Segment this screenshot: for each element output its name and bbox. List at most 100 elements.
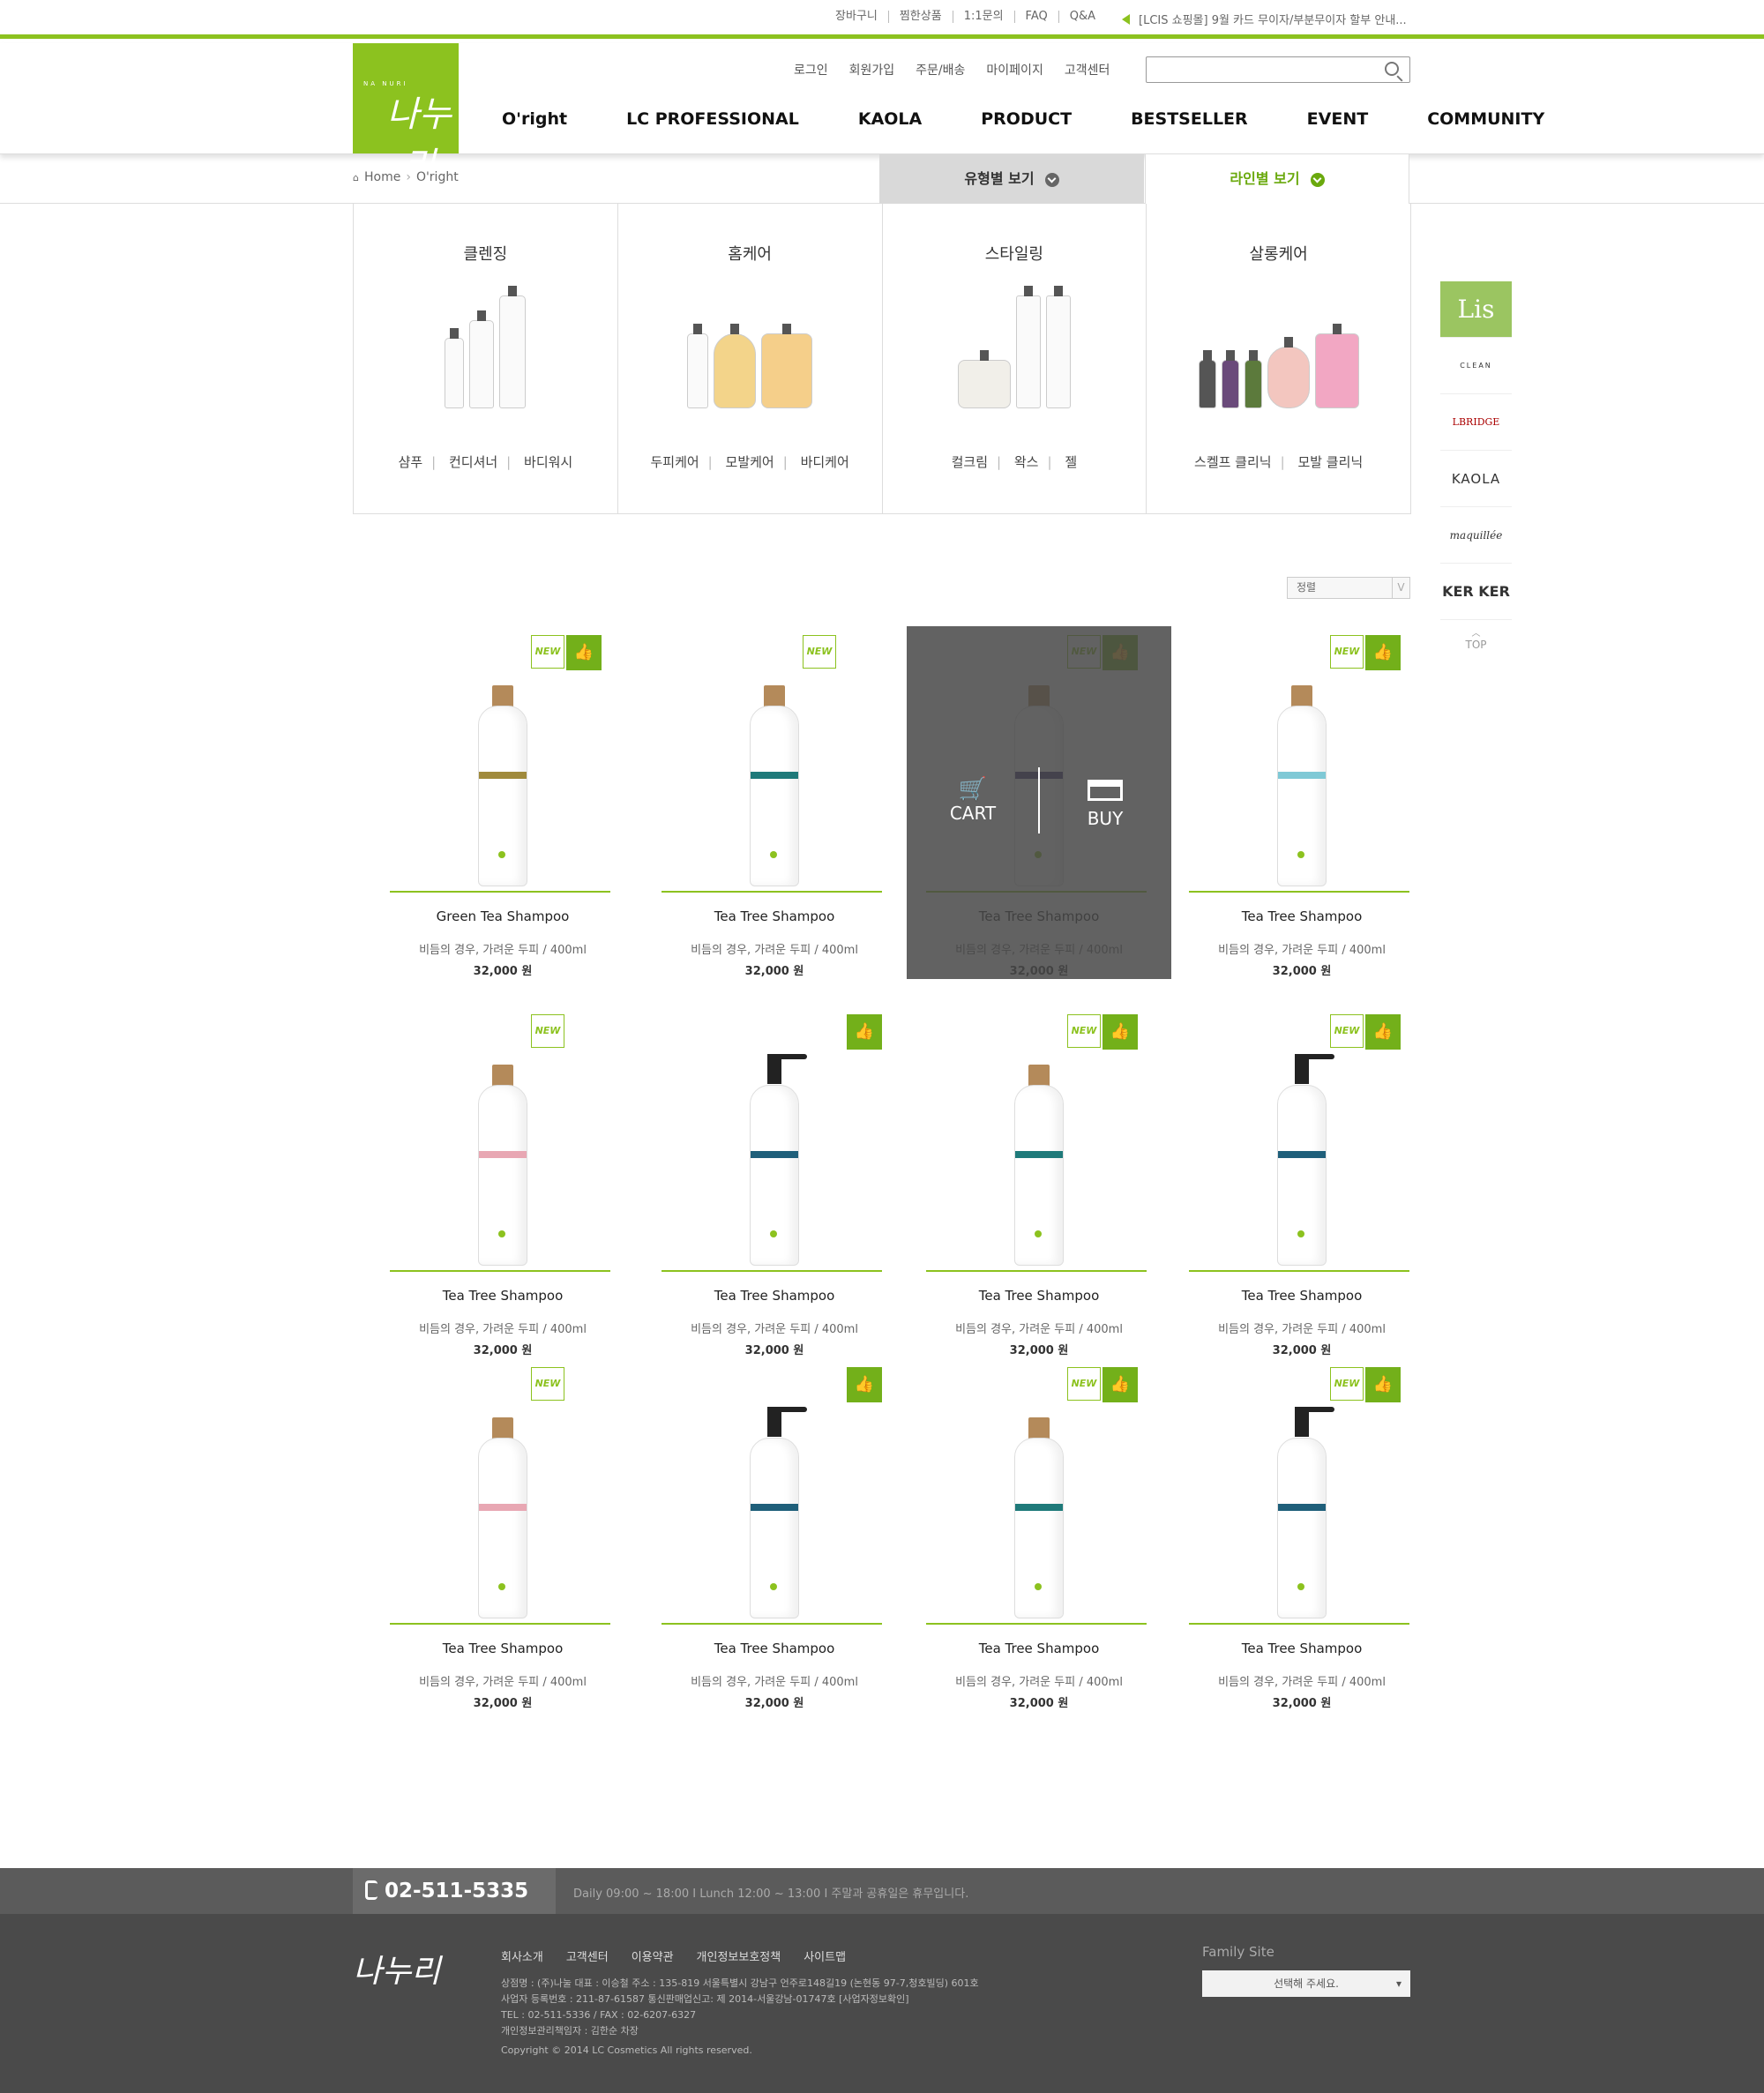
cart-button[interactable]: 🛒 CART xyxy=(942,776,1004,824)
product-card[interactable]: NEW Tea Tree Shampoo 비듬의 경우, 가려운 두피 / 400m… xyxy=(642,626,907,979)
top-utility-bar: 장바구니 찜한상품 1:1문의 FAQ Q&A [LCIS 쇼핑몰] 9월 카드… xyxy=(0,0,1764,39)
nav-lc-professional[interactable]: LC PROFESSIONAL xyxy=(626,109,799,129)
category-link[interactable]: 스켈프 클리닉 xyxy=(1194,454,1272,470)
nav-event[interactable]: EVENT xyxy=(1307,109,1369,129)
top-button[interactable]: ︿ TOP xyxy=(1440,620,1512,655)
product-name[interactable]: Tea Tree Shampoo xyxy=(642,908,907,924)
like-button[interactable]: 👍 xyxy=(1365,1014,1401,1050)
category-link[interactable]: 왁스 xyxy=(1014,454,1039,470)
util-link-qna[interactable]: Q&A xyxy=(1058,11,1106,23)
product-name[interactable]: Tea Tree Shampoo xyxy=(370,1641,635,1656)
breadcrumb-home[interactable]: Home xyxy=(364,170,400,184)
like-button[interactable]: 👍 xyxy=(1365,1367,1401,1402)
logo[interactable]: NA NURI 나누리 xyxy=(353,43,459,186)
tab-by-line[interactable]: 라인별 보기 xyxy=(1145,154,1409,204)
member-link-cs[interactable]: 고객센터 xyxy=(1065,61,1110,78)
like-button[interactable]: 👍 xyxy=(847,1367,882,1402)
footer-link-privacy[interactable]: 개인정보보호정책 xyxy=(697,1947,781,1964)
cart-icon: 🛒 xyxy=(958,776,988,803)
nav-bestseller[interactable]: BESTSELLER xyxy=(1131,109,1248,129)
footer-link-sitemap[interactable]: 사이트맵 xyxy=(804,1947,846,1964)
brand-lcis[interactable]: Lis xyxy=(1440,281,1512,338)
search-input[interactable] xyxy=(1146,56,1410,83)
like-button[interactable]: 👍 xyxy=(1102,1367,1138,1402)
member-link-orders[interactable]: 주문/배송 xyxy=(916,61,965,78)
member-link-login[interactable]: 로그인 xyxy=(794,61,828,78)
category-link[interactable]: 바디케어 xyxy=(801,454,849,470)
family-site-select[interactable]: 선택해 주세요. ▾ xyxy=(1202,1970,1410,1997)
category-title[interactable]: 스타일링 xyxy=(883,242,1147,265)
category-link[interactable]: 컬크림 xyxy=(952,454,988,470)
category-link[interactable]: 모발케어 xyxy=(726,454,774,470)
product-name[interactable]: Tea Tree Shampoo xyxy=(907,1641,1171,1656)
product-card[interactable]: NEW 👍 Green Tea Shampoo 비듬의 경우, 가려운 두피 / 40… xyxy=(370,626,635,979)
brand-lbridge[interactable]: LBRIDGE xyxy=(1440,394,1512,451)
product-image[interactable] xyxy=(642,626,907,891)
thumbs-up-icon: 👍 xyxy=(1110,1022,1131,1041)
like-button[interactable]: 👍 xyxy=(1365,635,1401,670)
category-title[interactable]: 홈케어 xyxy=(618,242,882,265)
product-name[interactable]: Tea Tree Shampoo xyxy=(1170,1288,1434,1304)
buy-button[interactable]: BUY xyxy=(1074,776,1136,829)
product-card[interactable]: NEW👍Tea Tree Shampoo비듬의 경우, 가려운 두피 / 400… xyxy=(907,1358,1171,1711)
brand-kerker[interactable]: KER KER xyxy=(1440,564,1512,620)
product-name[interactable]: Tea Tree Shampoo xyxy=(370,1288,635,1304)
nav-kaola[interactable]: KAOLA xyxy=(858,109,922,129)
category-link[interactable]: 바디워시 xyxy=(524,454,572,470)
product-name[interactable]: Tea Tree Shampoo xyxy=(642,1288,907,1304)
category-link[interactable]: 두피케어 xyxy=(650,454,699,470)
brand-kaola[interactable]: KAOLA xyxy=(1440,451,1512,507)
product-name[interactable]: Green Tea Shampoo xyxy=(370,908,635,924)
like-button[interactable]: 👍 xyxy=(847,1014,882,1050)
new-badge: NEW xyxy=(1067,1014,1101,1048)
footer-link-cs[interactable]: 고객센터 xyxy=(566,1947,609,1964)
notice-ticker[interactable]: [LCIS 쇼핑몰] 9월 카드 무이자/부분무이자 할부 안내... xyxy=(1122,11,1407,27)
company-privacy-officer: 개인정보관리책임자 : 김한순 차장 xyxy=(501,2025,639,2037)
like-button[interactable]: 👍 xyxy=(566,635,602,670)
nav-community[interactable]: COMMUNITY xyxy=(1427,109,1544,129)
sort-select[interactable]: 정렬 V xyxy=(1287,577,1410,599)
like-button[interactable]: 👍 xyxy=(1102,1014,1138,1050)
product-card[interactable]: NEW Tea Tree Shampoo 비듬의 경우, 가려운 두피 / 400m… xyxy=(370,1358,635,1711)
nav-oright[interactable]: O'right xyxy=(502,109,567,129)
product-card[interactable]: NEW👍Tea Tree Shampoo비듬의 경우, 가려운 두피 / 400… xyxy=(907,626,1171,979)
footer-link-company[interactable]: 회사소개 xyxy=(501,1947,543,1964)
tab-by-type[interactable]: 유형별 보기 xyxy=(879,154,1144,204)
product-card[interactable]: NEW👍Tea Tree Shampoo비듬의 경우, 가려운 두피 / 400… xyxy=(907,1005,1171,1358)
product-card[interactable]: 👍 Tea Tree Shampoo 비듬의 경우, 가려운 두피 / 400ml 3… xyxy=(642,1005,907,1358)
category-styling: 스타일링 컬크림 | 왁스 | 젤 xyxy=(881,204,1147,513)
category-link[interactable]: 모발 클리닉 xyxy=(1297,454,1363,470)
product-name[interactable]: Tea Tree Shampoo xyxy=(1170,1641,1434,1656)
footer-link-terms[interactable]: 이용약관 xyxy=(632,1947,674,1964)
category-link[interactable]: 컨디셔너 xyxy=(449,454,497,470)
product-card[interactable]: NEW👍Tea Tree Shampoo비듬의 경우, 가려운 두피 / 400… xyxy=(1170,1358,1434,1711)
category-title[interactable]: 클렌징 xyxy=(354,242,617,265)
brand-clean[interactable]: CLEAN xyxy=(1440,338,1512,394)
product-name[interactable]: Tea Tree Shampoo xyxy=(642,1641,907,1656)
util-link-wishlist[interactable]: 찜한상품 xyxy=(887,11,953,23)
search-icon[interactable] xyxy=(1385,62,1399,76)
category-homecare: 홈케어 두피케어 | 모발케어 | 바디케어 xyxy=(617,204,882,513)
util-link-faq[interactable]: FAQ xyxy=(1013,11,1058,23)
util-link-inquiry[interactable]: 1:1문의 xyxy=(952,11,1014,23)
product-card[interactable]: 👍 Tea Tree Shampoo 비듬의 경우, 가려운 두피 / 400ml 3… xyxy=(642,1358,907,1711)
nav-product[interactable]: PRODUCT xyxy=(981,109,1072,129)
divider xyxy=(662,891,882,893)
product-name[interactable]: Tea Tree Shampoo xyxy=(907,1288,1171,1304)
product-card[interactable]: NEW Tea Tree Shampoo 비듬의 경우, 가려운 두피 / 400m… xyxy=(370,1005,635,1358)
category-link[interactable]: 젤 xyxy=(1065,454,1077,470)
family-site-value: 선택해 주세요. xyxy=(1274,1977,1339,1990)
product-image[interactable] xyxy=(370,1358,635,1623)
phone-icon xyxy=(365,1880,377,1900)
util-link-cart[interactable]: 장바구니 xyxy=(825,11,888,23)
category-link[interactable]: 샴푸 xyxy=(399,454,423,470)
product-name[interactable]: Tea Tree Shampoo xyxy=(1170,908,1434,924)
member-link-join[interactable]: 회원가입 xyxy=(849,61,895,78)
product-card[interactable]: NEW👍Tea Tree Shampoo비듬의 경우, 가려운 두피 / 400… xyxy=(1170,1005,1434,1358)
brand-maquillee[interactable]: maquillée xyxy=(1440,507,1512,564)
member-link-mypage[interactable]: 마이페이지 xyxy=(986,61,1043,78)
product-image[interactable] xyxy=(370,1005,635,1270)
category-title[interactable]: 살롱케어 xyxy=(1147,242,1410,265)
caret-down-icon: ▾ xyxy=(1395,1977,1401,1990)
product-card[interactable]: NEW👍Tea Tree Shampoo비듬의 경우, 가려운 두피 / 400… xyxy=(1170,626,1434,979)
